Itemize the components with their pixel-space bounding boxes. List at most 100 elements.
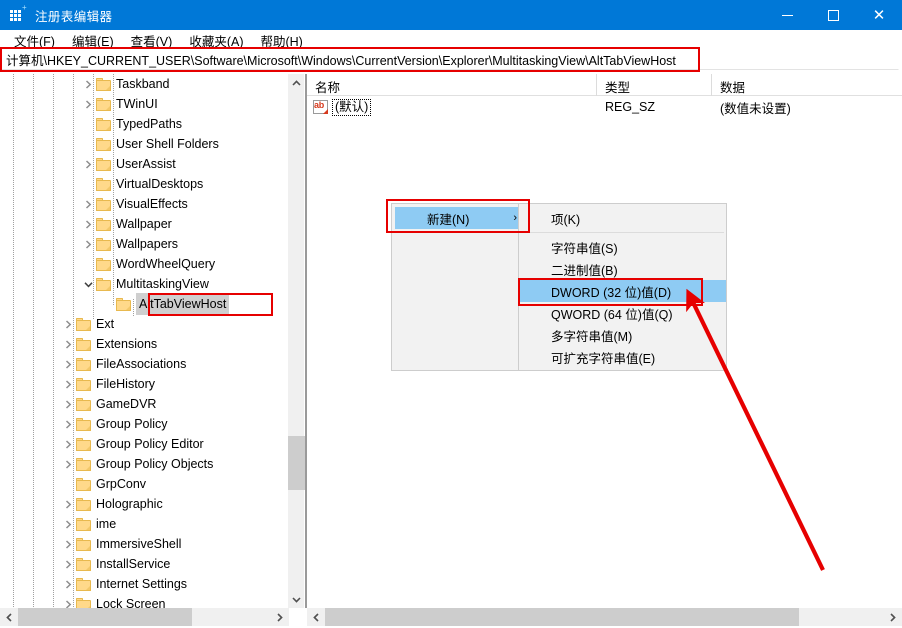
tree-item-label: FileHistory bbox=[96, 374, 155, 394]
chevron-right-icon[interactable] bbox=[60, 354, 76, 374]
tree-item-alttabviewhost[interactable]: AltTabViewHost bbox=[0, 294, 289, 314]
folder-icon bbox=[76, 398, 91, 411]
scroll-right-icon[interactable] bbox=[271, 608, 289, 626]
context-submenu-item-label: QWORD (64 位)值(Q) bbox=[551, 304, 673, 323]
values-hscroll-thumb[interactable] bbox=[325, 608, 799, 626]
column-header-data[interactable]: 数据 bbox=[712, 74, 902, 96]
tree-item-virtualdesktops[interactable]: VirtualDesktops bbox=[0, 174, 289, 194]
values-scroll-right-icon[interactable] bbox=[884, 608, 902, 626]
values-hscroll-track[interactable] bbox=[325, 608, 884, 626]
chevron-right-icon[interactable] bbox=[80, 234, 96, 254]
value-name-text: (默认) bbox=[332, 99, 371, 116]
tree-item-group-policy-editor[interactable]: Group Policy Editor bbox=[0, 434, 289, 454]
minimize-icon bbox=[782, 15, 793, 16]
tree-item-ext[interactable]: Ext bbox=[0, 314, 289, 334]
chevron-right-icon[interactable] bbox=[60, 574, 76, 594]
folder-icon bbox=[96, 238, 111, 251]
chevron-right-icon[interactable] bbox=[60, 534, 76, 554]
close-button[interactable]: ✕ bbox=[856, 0, 902, 30]
tree-item-installservice[interactable]: InstallService bbox=[0, 554, 289, 574]
chevron-right-icon[interactable] bbox=[60, 554, 76, 574]
context-submenu-item-label: 项(K) bbox=[551, 209, 580, 228]
registry-path-text: 计算机\HKEY_CURRENT_USER\Software\Microsoft… bbox=[6, 50, 676, 69]
tree-hscroll-track[interactable] bbox=[18, 608, 271, 626]
chevron-right-icon[interactable] bbox=[80, 154, 96, 174]
scroll-up-icon[interactable] bbox=[288, 74, 305, 91]
context-submenu-item-4[interactable]: QWORD (64 位)值(Q) bbox=[519, 302, 726, 324]
tree-item-visualeffects[interactable]: VisualEffects bbox=[0, 194, 289, 214]
minimize-button[interactable] bbox=[764, 0, 810, 30]
tree-item-typedpaths[interactable]: TypedPaths bbox=[0, 114, 289, 134]
folder-icon bbox=[76, 598, 91, 609]
chevron-right-icon[interactable] bbox=[60, 594, 76, 608]
tree-item-grpconv[interactable]: GrpConv bbox=[0, 474, 289, 494]
tree-item-multitaskingview[interactable]: MultitaskingView bbox=[0, 274, 289, 294]
tree-item-twinui[interactable]: TWinUI bbox=[0, 94, 289, 114]
chevron-right-icon[interactable] bbox=[60, 514, 76, 534]
values-scroll-left-icon[interactable] bbox=[307, 608, 325, 626]
tree-item-userassist[interactable]: UserAssist bbox=[0, 154, 289, 174]
tree-item-wordwheelquery[interactable]: WordWheelQuery bbox=[0, 254, 289, 274]
context-submenu-item-2[interactable]: 二进制值(B) bbox=[519, 258, 726, 280]
context-submenu-item-6[interactable]: 可扩充字符串值(E) bbox=[519, 346, 726, 368]
context-submenu-item-0[interactable]: 项(K) bbox=[519, 207, 726, 229]
maximize-button[interactable] bbox=[810, 0, 856, 30]
tree-item-label: Group Policy bbox=[96, 414, 168, 434]
tree-horizontal-scrollbar[interactable] bbox=[0, 608, 289, 626]
tree-item-gamedvr[interactable]: GameDVR bbox=[0, 394, 289, 414]
context-submenu-item-3[interactable]: DWORD (32 位)值(D) bbox=[519, 280, 726, 302]
column-header-name[interactable]: 名称 bbox=[307, 74, 597, 96]
value-data-cell: (数值未设置) bbox=[712, 98, 902, 117]
tree-item-user-shell-folders[interactable]: User Shell Folders bbox=[0, 134, 289, 154]
tree-item-label: GameDVR bbox=[96, 394, 156, 414]
tree-item-label: Extensions bbox=[96, 334, 157, 354]
address-bar[interactable]: 计算机\HKEY_CURRENT_USER\Software\Microsoft… bbox=[1, 49, 899, 70]
context-submenu-item-1[interactable]: 字符串值(S) bbox=[519, 236, 726, 258]
chevron-right-icon[interactable] bbox=[60, 334, 76, 354]
tree-item-group-policy[interactable]: Group Policy bbox=[0, 414, 289, 434]
chevron-right-icon[interactable] bbox=[60, 434, 76, 454]
tree-item-group-policy-objects[interactable]: Group Policy Objects bbox=[0, 454, 289, 474]
scroll-left-icon[interactable] bbox=[0, 608, 18, 626]
chevron-right-icon[interactable] bbox=[60, 414, 76, 434]
folder-icon bbox=[76, 458, 91, 471]
tree-item-internet-settings[interactable]: Internet Settings bbox=[0, 574, 289, 594]
tree-vertical-scrollbar[interactable] bbox=[287, 74, 304, 608]
chevron-right-icon[interactable] bbox=[60, 374, 76, 394]
tree-item-wallpaper[interactable]: Wallpaper bbox=[0, 214, 289, 234]
chevron-right-icon[interactable] bbox=[60, 494, 76, 514]
scroll-down-icon[interactable] bbox=[288, 591, 305, 608]
tree-item-filehistory[interactable]: FileHistory bbox=[0, 374, 289, 394]
folder-icon bbox=[76, 378, 91, 391]
column-header-type[interactable]: 类型 bbox=[597, 74, 712, 96]
folder-icon bbox=[96, 78, 111, 91]
chevron-right-icon[interactable] bbox=[60, 314, 76, 334]
tree-scroll-thumb[interactable] bbox=[288, 436, 305, 490]
context-submenu-separator bbox=[521, 232, 724, 233]
tree-item-extensions[interactable]: Extensions bbox=[0, 334, 289, 354]
tree-item-lock-screen[interactable]: Lock Screen bbox=[0, 594, 289, 608]
registry-icon: + bbox=[10, 7, 26, 23]
folder-icon bbox=[96, 278, 111, 291]
tree-spacer bbox=[80, 134, 96, 154]
chevron-right-icon[interactable] bbox=[80, 74, 96, 94]
values-horizontal-scrollbar[interactable] bbox=[307, 608, 902, 626]
tree-item-ime[interactable]: ime bbox=[0, 514, 289, 534]
tree-item-taskband[interactable]: Taskband bbox=[0, 74, 289, 94]
chevron-right-icon[interactable] bbox=[80, 214, 96, 234]
tree-item-immersiveshell[interactable]: ImmersiveShell bbox=[0, 534, 289, 554]
value-row[interactable]: ab (默认) REG_SZ (数值未设置) bbox=[307, 97, 902, 117]
value-name-cell: ab (默认) bbox=[307, 99, 597, 116]
chevron-right-icon[interactable] bbox=[80, 94, 96, 114]
tree-hscroll-thumb[interactable] bbox=[18, 608, 192, 626]
context-submenu-item-5[interactable]: 多字符串值(M) bbox=[519, 324, 726, 346]
tree-item-wallpapers[interactable]: Wallpapers bbox=[0, 234, 289, 254]
chevron-right-icon[interactable] bbox=[60, 454, 76, 474]
tree-item-fileassociations[interactable]: FileAssociations bbox=[0, 354, 289, 374]
close-icon: ✕ bbox=[873, 8, 886, 23]
chevron-right-icon[interactable] bbox=[80, 194, 96, 214]
chevron-right-icon[interactable] bbox=[60, 394, 76, 414]
tree-item-holographic[interactable]: Holographic bbox=[0, 494, 289, 514]
context-menu-item-new[interactable]: 新建(N) › bbox=[395, 207, 525, 229]
chevron-down-icon[interactable] bbox=[80, 274, 96, 294]
